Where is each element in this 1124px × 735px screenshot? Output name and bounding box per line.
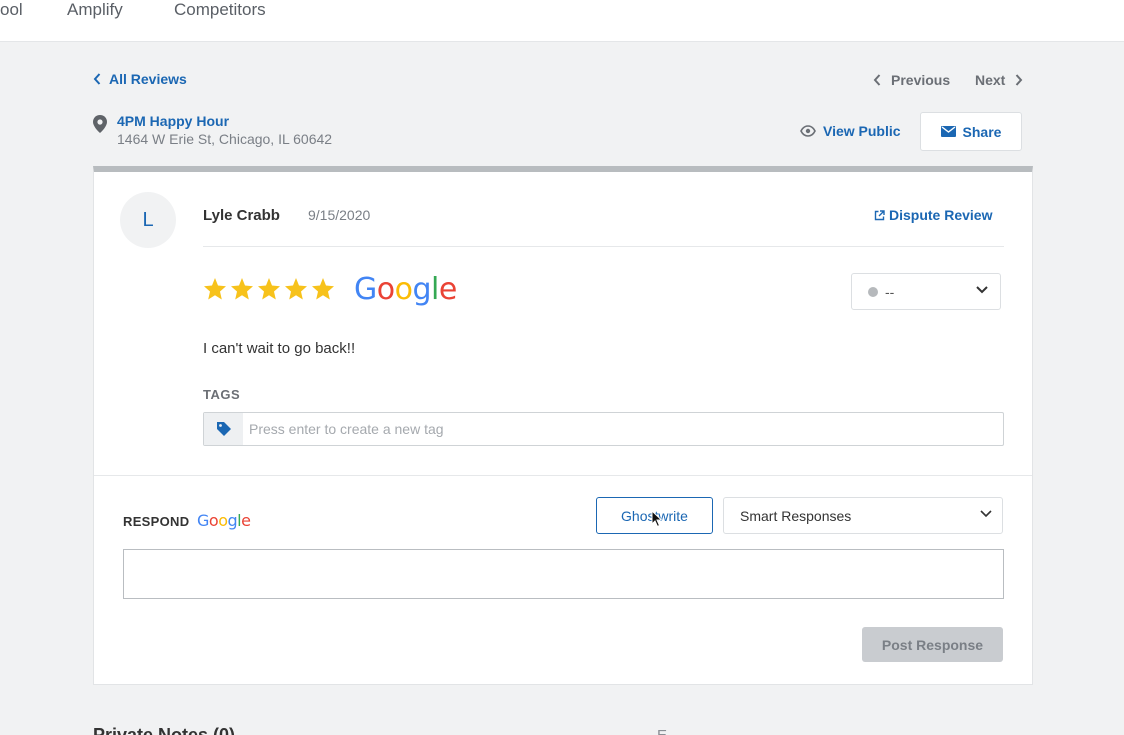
tag-icon-box bbox=[204, 413, 243, 445]
map-pin-icon bbox=[93, 115, 107, 133]
smart-responses-select[interactable]: Smart Responses bbox=[723, 497, 1003, 534]
section-divider bbox=[94, 475, 1032, 476]
view-public-label: View Public bbox=[823, 123, 901, 139]
review-card: L Lyle Crabb 9/15/2020 Dispute Review Go… bbox=[93, 166, 1033, 685]
nav-item-tool[interactable]: ool bbox=[0, 0, 23, 20]
review-date: 9/15/2020 bbox=[308, 207, 371, 223]
review-status-select[interactable]: -- bbox=[851, 273, 1001, 310]
header-divider bbox=[203, 246, 1004, 247]
envelope-icon bbox=[940, 126, 956, 137]
status-dot bbox=[868, 287, 878, 297]
top-navigation: ool Amplify Competitors bbox=[0, 0, 1124, 42]
tag-icon bbox=[216, 422, 231, 436]
notes-right-text: E... bbox=[657, 727, 680, 735]
view-public-link[interactable]: View Public bbox=[800, 123, 901, 139]
private-notes-title: Private Notes (0) bbox=[93, 725, 236, 735]
star-icon bbox=[231, 278, 253, 300]
tags-input[interactable] bbox=[249, 413, 989, 445]
chevron-down-icon bbox=[976, 286, 988, 294]
tags-field bbox=[203, 412, 1004, 446]
reviewer-name: Lyle Crabb bbox=[203, 207, 280, 224]
location-name-link[interactable]: 4PM Happy Hour bbox=[117, 113, 229, 129]
tags-label: TAGS bbox=[203, 387, 241, 402]
post-response-button[interactable]: Post Response bbox=[862, 627, 1003, 662]
google-logo-small: Google bbox=[197, 511, 251, 530]
share-label: Share bbox=[962, 123, 1002, 140]
star-icon bbox=[258, 278, 280, 300]
smart-responses-value: Smart Responses bbox=[740, 508, 852, 524]
star-icon bbox=[312, 278, 334, 300]
star-icon bbox=[285, 278, 307, 300]
review-text: I can't wait to go back!! bbox=[203, 340, 356, 357]
previous-button[interactable]: Previous bbox=[873, 72, 950, 88]
status-value: -- bbox=[885, 284, 895, 300]
google-logo: Google bbox=[354, 272, 457, 307]
share-button[interactable]: Share bbox=[920, 112, 1022, 151]
cursor-icon bbox=[651, 510, 663, 528]
response-textarea[interactable] bbox=[123, 549, 1004, 599]
next-button[interactable]: Next bbox=[975, 72, 1023, 88]
chevron-right-icon bbox=[1016, 74, 1023, 86]
star-icon bbox=[204, 278, 226, 300]
all-reviews-label: All Reviews bbox=[109, 71, 187, 87]
chevron-left-icon bbox=[93, 73, 101, 85]
nav-item-amplify[interactable]: Amplify bbox=[67, 0, 123, 20]
eye-icon bbox=[800, 125, 816, 137]
chevron-left-icon bbox=[873, 74, 881, 86]
star-rating bbox=[203, 277, 335, 301]
next-label: Next bbox=[975, 72, 1006, 88]
external-link-icon bbox=[874, 209, 885, 220]
all-reviews-link[interactable]: All Reviews bbox=[93, 71, 187, 87]
nav-item-competitors[interactable]: Competitors bbox=[174, 0, 266, 20]
previous-label: Previous bbox=[891, 72, 951, 88]
location-address: 1464 W Erie St, Chicago, IL 60642 bbox=[117, 131, 333, 147]
respond-label: RESPOND bbox=[123, 514, 190, 529]
chevron-down-icon bbox=[980, 510, 992, 518]
dispute-review-link[interactable]: Dispute Review bbox=[874, 207, 992, 223]
avatar: L bbox=[120, 192, 176, 248]
dispute-review-label: Dispute Review bbox=[889, 207, 993, 223]
avatar-initial: L bbox=[142, 208, 154, 231]
